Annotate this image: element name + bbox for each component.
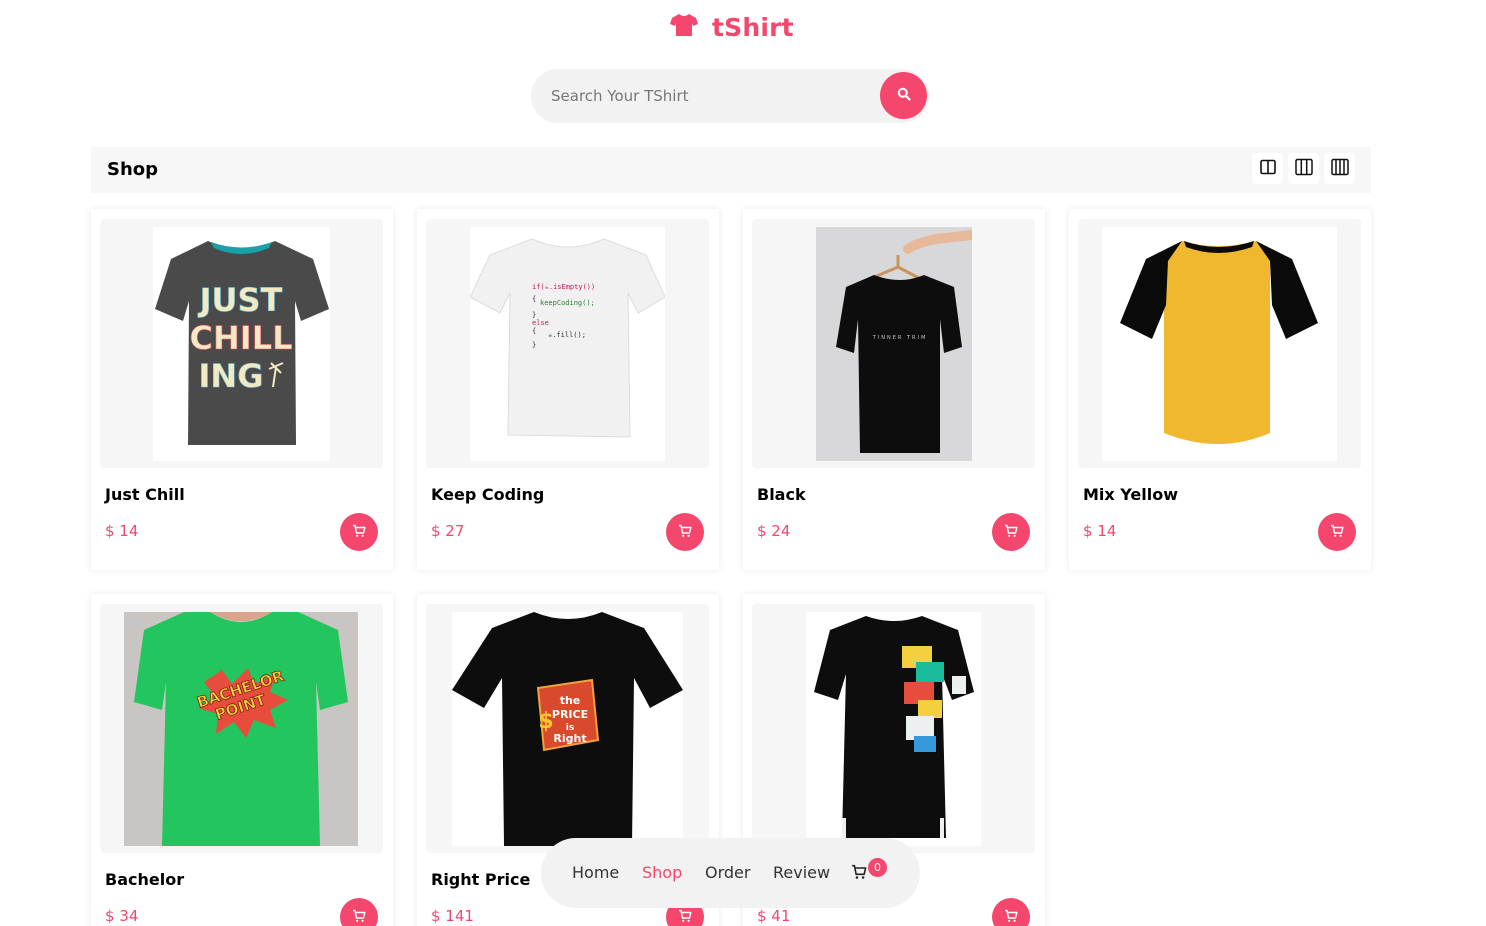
product-image: JUST CHILL ING [153,227,330,461]
cart-icon [678,908,692,926]
nav-order[interactable]: Order [705,863,750,882]
two-column-layout-icon [1259,159,1276,179]
svg-text:☕.fill();: ☕.fill(); [548,331,586,339]
cart-icon [1330,523,1344,542]
svg-text:the: the [560,694,581,707]
svg-text:}: } [532,341,536,349]
three-column-layout-button[interactable] [1288,153,1319,184]
shop-header: Shop [91,147,1371,193]
svg-text:CHILL: CHILL [190,319,293,357]
svg-text:ING: ING [199,357,264,395]
svg-text:{: { [532,327,536,335]
product-name: Right Price [431,870,531,889]
cart-count-badge: 0 [868,858,887,877]
add-to-cart-button[interactable] [666,513,704,551]
product-card[interactable]: TINNER TRIM Black $ 24 [743,209,1045,570]
product-image-frame: the PRICE is Right $ [426,604,709,853]
nav-review[interactable]: Review [773,863,830,882]
cart-icon [1004,908,1018,926]
svg-text:JUST: JUST [198,281,283,319]
product-image-frame [752,604,1035,853]
product-price: $ 24 [757,522,791,540]
product-price: $ 41 [757,907,791,925]
product-price: $ 14 [1083,522,1117,540]
product-price: $ 141 [431,907,474,925]
svg-text:Right: Right [553,732,586,745]
shop-title: Shop [107,159,159,180]
svg-text:{: { [532,295,536,303]
svg-text:PRICE: PRICE [552,708,588,721]
add-to-cart-button[interactable] [992,898,1030,926]
search-icon [897,86,911,105]
brand-logo[interactable]: tShirt [670,10,794,44]
brand-name: tShirt [712,12,794,42]
product-image: the PRICE is Right $ [452,612,683,846]
add-to-cart-button[interactable] [1318,513,1356,551]
product-image-frame: BACHELOR POINT [100,604,383,853]
svg-text:else: else [532,319,549,327]
product-card[interactable]: JUST CHILL ING Just Chill $ 14 [91,209,393,570]
product-name: Black [757,485,806,504]
product-image: if(☕.isEmpty()) { keepCoding(); } else {… [470,227,665,461]
product-price: $ 14 [105,522,139,540]
product-image-frame: TINNER TRIM [752,219,1035,468]
four-column-layout-button[interactable] [1324,153,1355,184]
product-name: Bachelor [105,870,185,889]
add-to-cart-button[interactable] [340,513,378,551]
product-price: $ 34 [105,907,139,925]
svg-text:if(☕.isEmpty()): if(☕.isEmpty()) [532,283,595,291]
product-image: TINNER TRIM [816,227,972,461]
cart-icon [1004,523,1018,542]
two-column-layout-button[interactable] [1252,153,1283,184]
search-input[interactable] [551,81,871,111]
product-image [806,612,981,846]
cart-icon [678,523,692,542]
nav-home[interactable]: Home [572,863,619,882]
product-card[interactable]: BACHELOR POINT Bachelor $ 34 [91,594,393,926]
tshirt-icon [670,13,698,41]
bottom-navigation: Home Shop Order Review 0 [541,838,920,908]
product-name: Keep Coding [431,485,545,504]
three-column-layout-icon [1294,158,1313,180]
product-image [1102,227,1337,461]
product-name: Just Chill [105,485,185,504]
nav-shop[interactable]: Shop [642,863,682,882]
product-image-frame: JUST CHILL ING [100,219,383,468]
svg-text:TINNER TRIM: TINNER TRIM [872,335,928,341]
product-image-frame [1078,219,1361,468]
nav-cart-button[interactable]: 0 [851,858,891,888]
cart-icon [352,523,366,542]
svg-text:keepCoding();: keepCoding(); [540,299,595,307]
search-bar [531,69,929,123]
product-card[interactable]: Mix Yellow $ 14 [1069,209,1371,570]
cart-icon [352,908,366,926]
svg-text:$: $ [538,709,553,734]
add-to-cart-button[interactable] [340,898,378,926]
product-price: $ 27 [431,522,465,540]
product-image-frame: if(☕.isEmpty()) { keepCoding(); } else {… [426,219,709,468]
product-card[interactable]: if(☕.isEmpty()) { keepCoding(); } else {… [417,209,719,570]
cart-icon [851,864,867,884]
search-button[interactable] [880,72,927,119]
product-name: Mix Yellow [1083,485,1179,504]
product-image: BACHELOR POINT [124,612,358,846]
svg-text:}: } [532,311,536,319]
add-to-cart-button[interactable] [992,513,1030,551]
four-column-layout-icon [1330,158,1349,180]
